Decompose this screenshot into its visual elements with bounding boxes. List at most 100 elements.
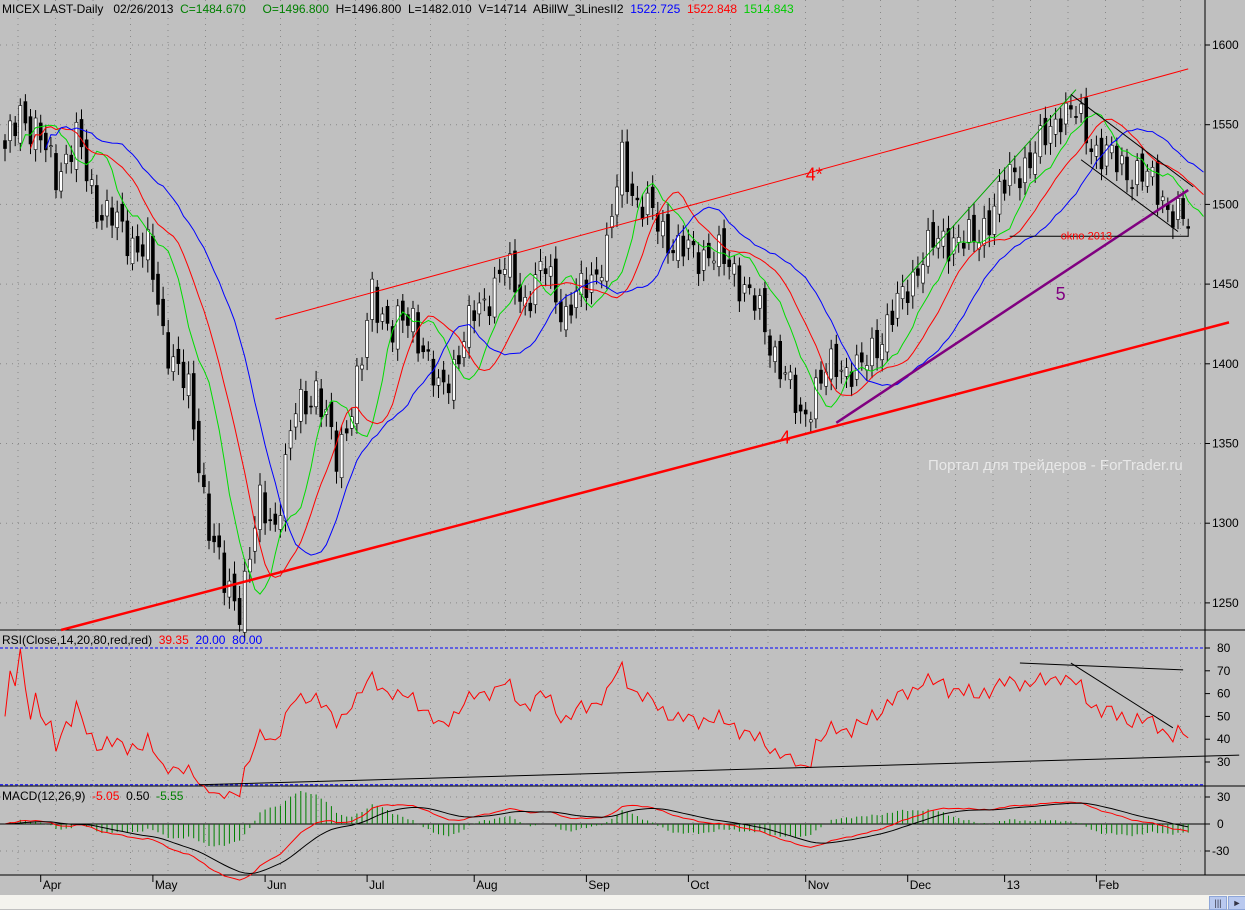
horizontal-scrollbar[interactable]: ||| ► — [0, 895, 1245, 910]
candle-body — [829, 348, 834, 380]
candle-body — [288, 430, 293, 449]
open-value: O=1496.800 — [262, 2, 329, 16]
ma-green-line — [19, 112, 1204, 595]
candle-body — [778, 340, 783, 380]
candle-body — [885, 314, 890, 353]
macd-tick-label: 0 — [1217, 817, 1224, 831]
candle-body — [712, 260, 716, 264]
price-tick-label: 1550 — [1212, 118, 1239, 132]
rsi-tick-label: 80 — [1217, 641, 1231, 655]
macd-tick-label: 30 — [1217, 790, 1231, 804]
candle-body — [1094, 144, 1099, 157]
candle-body — [1140, 153, 1145, 182]
candle-body — [803, 409, 808, 415]
candle-body — [701, 249, 706, 271]
candle-body — [686, 239, 691, 249]
candle-body — [1002, 179, 1007, 194]
candle-body — [1145, 170, 1150, 187]
month-label: Jul — [369, 878, 384, 892]
candle-body — [140, 244, 145, 257]
candle-body — [1125, 156, 1129, 181]
price-tick-label: 1500 — [1212, 197, 1239, 211]
candle-body — [1099, 137, 1104, 170]
candle-body — [95, 185, 99, 222]
candle-body — [1018, 178, 1022, 189]
candle-body — [416, 312, 420, 354]
candle-body — [890, 310, 895, 325]
candle-body — [727, 259, 732, 268]
low-value: L=1482.010 — [408, 2, 472, 16]
candle-body — [166, 332, 170, 369]
candle-body — [1160, 196, 1165, 201]
candle-body — [630, 183, 635, 196]
candle-body — [186, 373, 191, 397]
candle-body — [814, 377, 818, 420]
candle-body — [110, 207, 114, 226]
candle-body — [232, 573, 237, 602]
rsi-trendline — [1070, 662, 1174, 729]
candle-body — [559, 301, 563, 323]
candle-body — [1155, 160, 1160, 205]
candle-body — [916, 268, 920, 276]
candle-body — [839, 369, 844, 372]
candle-body — [834, 343, 839, 377]
trendline-support-4 — [60, 321, 1230, 632]
candle-body — [1130, 187, 1134, 189]
candle-body — [972, 214, 976, 243]
rsi-tick-label: 40 — [1217, 732, 1231, 746]
price-tick-label: 1400 — [1212, 357, 1239, 371]
candle-body — [910, 271, 915, 297]
chart-annotation: 4* — [806, 164, 823, 184]
candle-body — [859, 352, 864, 363]
candle-body — [33, 117, 38, 150]
month-label: Sep — [588, 878, 610, 892]
candle-body — [54, 153, 58, 191]
candle-body — [283, 454, 288, 522]
candle-body — [793, 374, 798, 413]
macd-hist-value: -5.55 — [156, 789, 184, 803]
candle-body — [676, 235, 681, 261]
candle-body — [1048, 126, 1053, 144]
candle-body — [319, 388, 324, 418]
chart-annotation: 5 — [1056, 284, 1066, 304]
candle-body — [237, 598, 242, 625]
candle-body — [89, 179, 94, 186]
candle-body — [395, 305, 400, 350]
candle-body — [1089, 148, 1094, 152]
macd-line — [4, 801, 1189, 881]
high-value: H=1496.800 — [335, 2, 402, 16]
candle-body — [278, 515, 283, 530]
rsi-high-level: 80.00 — [232, 633, 263, 647]
candle-body — [421, 345, 426, 353]
macd-header: MACD(12,26,9) -5.05 0.50 -5.55 — [2, 789, 183, 803]
candle-body — [610, 216, 614, 228]
rsi-tick-label: 60 — [1217, 687, 1231, 701]
candle-body — [513, 250, 517, 293]
candle-body — [625, 141, 630, 193]
rsi-tick-label: 30 — [1217, 755, 1231, 769]
candle-body — [400, 300, 405, 321]
candle-body — [8, 120, 12, 141]
scroll-right-button[interactable]: ► — [1228, 896, 1245, 910]
candle-body — [74, 121, 79, 170]
date-label: 02/26/2013 — [113, 2, 174, 16]
candle-body — [212, 535, 216, 543]
candle-body — [757, 295, 762, 309]
candle-body — [543, 268, 548, 275]
candle-body — [819, 369, 823, 384]
rsi-label: RSI(Close,14,20,80,red,red) — [2, 633, 153, 647]
rsi-header: RSI(Close,14,20,80,red,red) 39.35 20.00 … — [2, 633, 262, 647]
rsi-value: 39.35 — [158, 633, 189, 647]
candle-body — [426, 349, 431, 352]
month-label: Nov — [808, 878, 829, 892]
price-tick-label: 1450 — [1212, 277, 1239, 291]
rsi-trendline — [1019, 662, 1184, 671]
candle-body — [3, 140, 7, 149]
candle-body — [258, 484, 262, 530]
candle-body — [732, 263, 737, 275]
scroll-thumb[interactable]: ||| — [1209, 896, 1227, 910]
indicator-green-value: 1514.843 — [743, 2, 794, 16]
candle-body — [156, 273, 160, 305]
candle-body — [1023, 157, 1027, 183]
indicator-red-value: 1522.848 — [686, 2, 737, 16]
